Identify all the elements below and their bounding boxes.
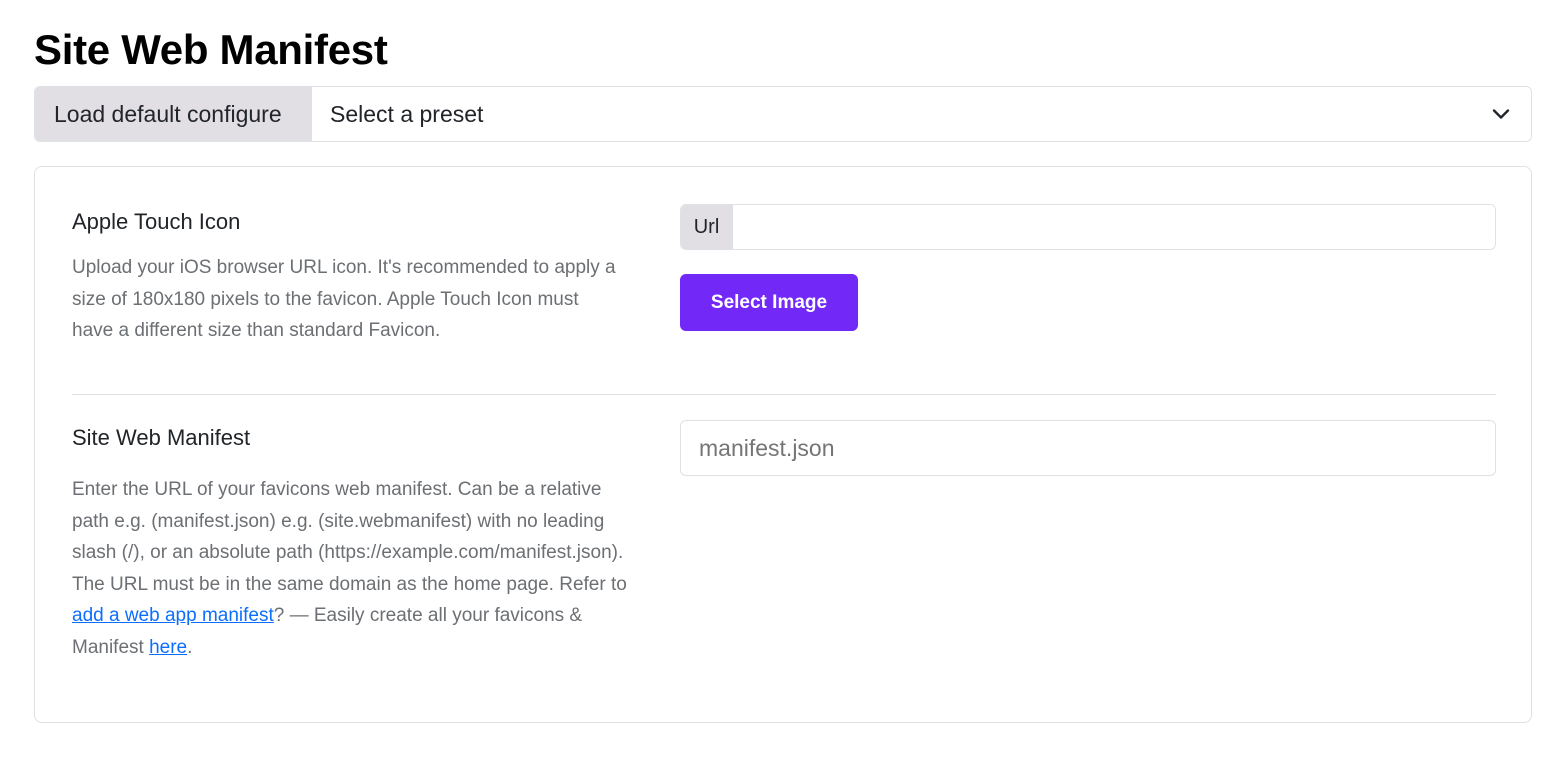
here-link[interactable]: here <box>149 637 187 658</box>
settings-card: Apple Touch Icon Upload your iOS browser… <box>34 166 1532 723</box>
manifest-desc-text: Enter the URL of your favicons web manif… <box>72 479 627 595</box>
site-web-manifest-description: Enter the URL of your favicons web manif… <box>72 474 640 663</box>
manifest-url-input[interactable] <box>680 420 1496 476</box>
section-divider <box>72 394 1496 395</box>
site-web-manifest-title: Site Web Manifest <box>72 425 251 450</box>
preset-select-value: Select a preset <box>330 100 484 127</box>
add-web-app-manifest-link[interactable]: add a web app manifest <box>72 605 274 626</box>
apple-touch-icon-title: Apple Touch Icon <box>72 209 241 234</box>
chevron-down-icon <box>1492 109 1510 119</box>
apple-touch-url-group: Url <box>680 204 1496 250</box>
preset-input-group: Load default configure Select a preset <box>34 86 1532 142</box>
preset-select[interactable]: Select a preset <box>312 87 1531 141</box>
page: Site Web Manifest Load default configure… <box>0 0 1568 767</box>
manifest-desc-text: . <box>187 636 193 658</box>
apple-touch-url-input[interactable] <box>733 205 1495 249</box>
page-title: Site Web Manifest <box>34 26 388 73</box>
preset-label: Load default configure <box>35 87 312 141</box>
url-addon-label: Url <box>681 205 733 249</box>
apple-touch-icon-description: Upload your iOS browser URL icon. It's r… <box>72 257 616 341</box>
select-image-button[interactable]: Select Image <box>680 274 858 331</box>
